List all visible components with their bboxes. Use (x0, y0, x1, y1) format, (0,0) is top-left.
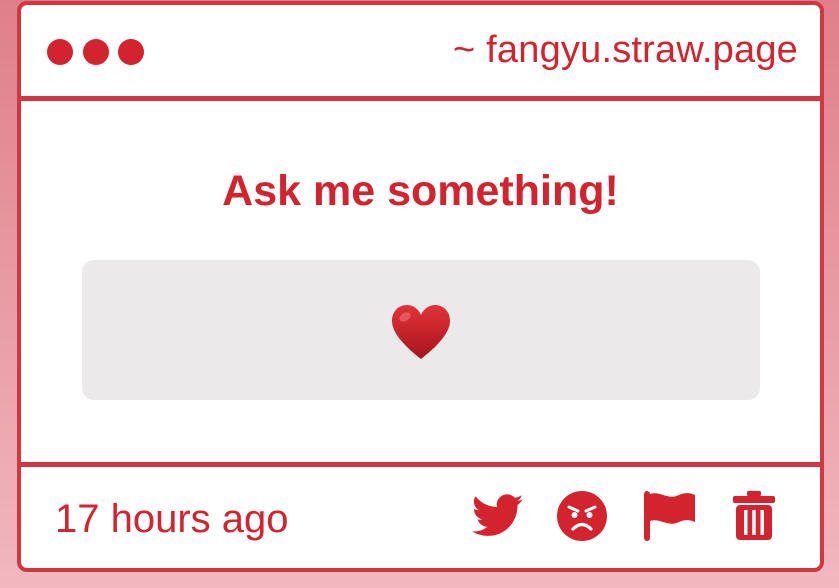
heart-icon (392, 305, 450, 359)
angry-face-icon (557, 491, 607, 541)
window-dot-icon (47, 39, 73, 65)
prompt-title: Ask me something! (222, 167, 619, 215)
share-twitter-button[interactable] (470, 488, 526, 544)
question-content: Ask me something! (21, 101, 820, 462)
timestamp: 17 hours ago (55, 497, 289, 541)
delete-trash-button[interactable] (726, 488, 782, 544)
window-dot-icon (118, 39, 144, 65)
report-flag-button[interactable] (642, 488, 698, 544)
flag-icon (644, 491, 695, 541)
trash-icon (733, 491, 775, 540)
window-dot-icon (83, 39, 109, 65)
card-footer: 17 hours ago (21, 467, 820, 568)
site-url[interactable]: ~ fangyu.straw.page (453, 29, 798, 72)
window-titlebar: ~ fangyu.straw.page (21, 5, 820, 95)
twitter-icon (472, 494, 524, 536)
question-card: ~ fangyu.straw.page Ask me something! 17… (17, 1, 824, 572)
react-angry-button[interactable] (554, 488, 610, 544)
answer-box (82, 260, 760, 400)
